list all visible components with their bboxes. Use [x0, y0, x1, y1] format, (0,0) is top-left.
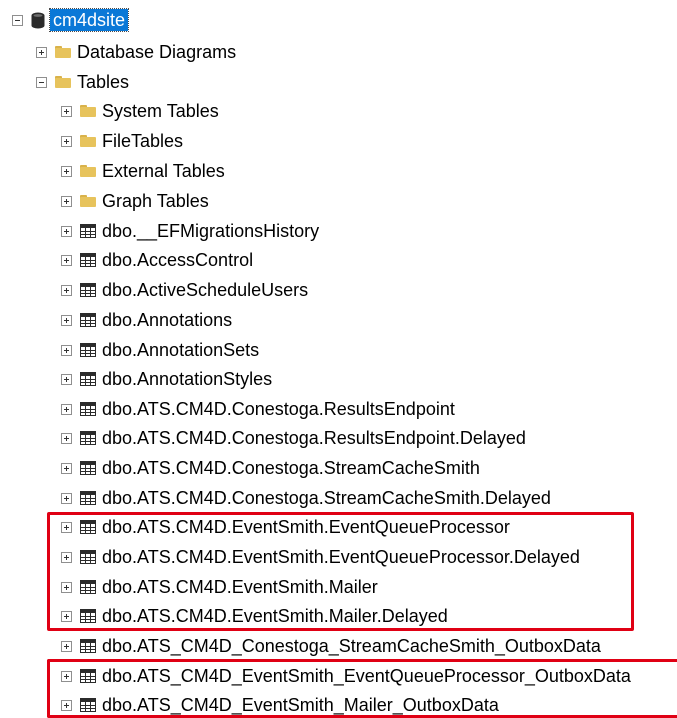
expand-toggle-icon[interactable]	[61, 254, 72, 266]
folder-icon	[55, 76, 71, 88]
folder-icon	[80, 165, 96, 177]
table-node[interactable]: dbo.__EFMigrationsHistory	[61, 218, 319, 244]
table-node[interactable]: dbo.AnnotationSets	[61, 337, 259, 363]
table-node[interactable]: dbo.ATS_CM4D_Conestoga_StreamCacheSmith_…	[61, 633, 601, 659]
expand-toggle-icon[interactable]	[61, 195, 72, 207]
expand-toggle-icon[interactable]	[61, 284, 72, 296]
folder-icon	[80, 105, 96, 117]
table-icon	[80, 313, 96, 327]
tree-node-graph-tables[interactable]: Graph Tables	[61, 188, 209, 214]
highlight-box-eventsmith-tables	[47, 512, 634, 631]
table-icon	[80, 253, 96, 267]
table-label[interactable]: dbo.ATS.CM4D.Conestoga.ResultsEndpoint.D…	[102, 427, 526, 449]
folder-icon	[80, 135, 96, 147]
tree-node-database-diagrams[interactable]: Database Diagrams	[36, 39, 236, 65]
tree-node-tables[interactable]: Tables	[36, 69, 129, 95]
highlight-box-eventsmith-outbox-tables	[47, 659, 677, 718]
folder-label[interactable]: External Tables	[102, 160, 225, 182]
table-icon	[80, 461, 96, 475]
expand-toggle-icon[interactable]	[61, 135, 72, 147]
expand-toggle-icon[interactable]	[61, 640, 72, 652]
table-node[interactable]: dbo.ActiveScheduleUsers	[61, 277, 308, 303]
database-icon	[31, 12, 45, 29]
expand-toggle-icon[interactable]	[61, 403, 72, 415]
table-node[interactable]: dbo.AccessControl	[61, 247, 253, 273]
table-label[interactable]: dbo.AccessControl	[102, 249, 253, 271]
table-node[interactable]: dbo.ATS.CM4D.Conestoga.StreamCacheSmith.…	[61, 485, 551, 511]
table-label[interactable]: dbo.ActiveScheduleUsers	[102, 279, 308, 301]
folder-label[interactable]: Database Diagrams	[77, 41, 236, 63]
expand-toggle-icon[interactable]	[61, 432, 72, 444]
table-icon	[80, 372, 96, 386]
table-icon	[80, 343, 96, 357]
tree-node-system-tables[interactable]: System Tables	[61, 98, 219, 124]
table-label[interactable]: dbo.ATS.CM4D.Conestoga.StreamCacheSmith	[102, 457, 480, 479]
expand-toggle-icon[interactable]	[61, 373, 72, 385]
table-node[interactable]: dbo.AnnotationStyles	[61, 366, 272, 392]
table-label[interactable]: dbo.Annotations	[102, 309, 232, 331]
expand-toggle-icon[interactable]	[36, 46, 47, 58]
expand-toggle-icon[interactable]	[61, 462, 72, 474]
folder-label[interactable]: Graph Tables	[102, 190, 209, 212]
table-icon	[80, 402, 96, 416]
table-node[interactable]: dbo.ATS.CM4D.Conestoga.ResultsEndpoint	[61, 396, 455, 422]
table-icon	[80, 491, 96, 505]
expand-toggle-icon[interactable]	[61, 344, 72, 356]
table-label[interactable]: dbo.AnnotationSets	[102, 339, 259, 361]
folder-label[interactable]: FileTables	[102, 130, 183, 152]
table-node[interactable]: dbo.Annotations	[61, 307, 232, 333]
expand-toggle-icon[interactable]	[61, 492, 72, 504]
table-icon	[80, 431, 96, 445]
table-node[interactable]: dbo.ATS.CM4D.Conestoga.StreamCacheSmith	[61, 455, 480, 481]
tree-node-external-tables[interactable]: External Tables	[61, 158, 225, 184]
folder-label[interactable]: Tables	[77, 71, 129, 93]
table-label[interactable]: dbo.ATS.CM4D.Conestoga.StreamCacheSmith.…	[102, 487, 551, 509]
table-icon	[80, 224, 96, 238]
folder-icon	[80, 195, 96, 207]
table-icon	[80, 283, 96, 297]
table-label[interactable]: dbo.ATS_CM4D_Conestoga_StreamCacheSmith_…	[102, 635, 601, 657]
expand-toggle-icon[interactable]	[61, 225, 72, 237]
expand-toggle-icon[interactable]	[61, 314, 72, 326]
expand-toggle-icon[interactable]	[61, 105, 72, 117]
folder-label[interactable]: System Tables	[102, 100, 219, 122]
folder-icon	[55, 46, 71, 58]
collapse-toggle-icon[interactable]	[36, 76, 47, 88]
tree-node-database[interactable]: cm4dsite	[12, 7, 130, 33]
table-label[interactable]: dbo.__EFMigrationsHistory	[102, 220, 319, 242]
table-label[interactable]: dbo.AnnotationStyles	[102, 368, 272, 390]
table-label[interactable]: dbo.ATS.CM4D.Conestoga.ResultsEndpoint	[102, 398, 455, 420]
table-icon	[80, 639, 96, 653]
collapse-toggle-icon[interactable]	[12, 14, 23, 26]
tree-node-filetables[interactable]: FileTables	[61, 128, 183, 154]
table-node[interactable]: dbo.ATS.CM4D.Conestoga.ResultsEndpoint.D…	[61, 425, 526, 451]
database-label[interactable]: cm4dsite	[48, 8, 130, 32]
expand-toggle-icon[interactable]	[61, 165, 72, 177]
